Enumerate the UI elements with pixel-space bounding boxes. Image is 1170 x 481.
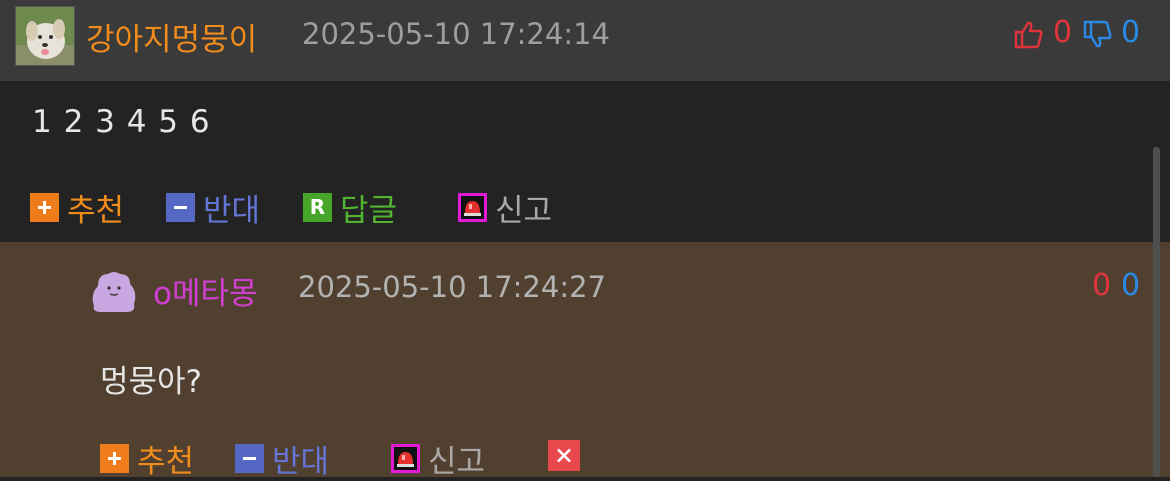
reply-author-nickname[interactable]: o메타몽 [153,268,258,313]
report-label: 신고 [495,193,553,229]
comment-body: 1 2 3 4 5 6 [32,104,211,140]
oppose-label: 반대 [203,193,261,229]
reply-dislike-count[interactable]: 0 [1121,268,1140,303]
comment-author-nickname[interactable]: 강아지멍뭉이 [86,14,257,59]
reply-oppose-button[interactable]: 반대 [235,436,329,481]
report-button[interactable]: 신고 [458,185,552,230]
reply-body: 멍뭉아? [100,364,203,400]
reply-recommend-label: 추천 [137,444,195,480]
reply-report-label: 신고 [428,444,486,480]
reply-like-count[interactable]: 0 [1092,268,1111,303]
plus-icon [30,193,59,222]
reply-recommend-button[interactable]: 추천 [100,436,194,481]
minus-icon [166,193,195,222]
reply-report-button[interactable]: 신고 [391,436,485,481]
comment-datetime: 2025-05-10 17:24:14 [302,17,610,51]
scrollbar[interactable] [1153,147,1160,477]
siren-icon [391,444,420,473]
close-icon [548,440,580,471]
comment-header: 강아지멍뭉이 2025-05-10 17:24:14 0 0 [0,0,1170,81]
reply-datetime: 2025-05-10 17:24:27 [298,270,606,304]
reply-label: 답글 [340,193,398,229]
reply-delete-button[interactable] [548,440,580,471]
like-count: 0 [1053,15,1073,50]
siren-icon [458,193,487,222]
plus-icon [100,444,129,473]
reply-user-avatar[interactable] [88,266,140,314]
thumbs-up-icon[interactable] [1014,19,1044,49]
reply-r-icon: R [303,193,332,222]
oppose-button[interactable]: 반대 [166,185,260,230]
thumbs-down-icon[interactable] [1083,20,1113,50]
recommend-label: 추천 [67,193,125,229]
recommend-button[interactable]: 추천 [30,185,124,230]
minus-icon [235,444,264,473]
dislike-count: 0 [1121,15,1141,50]
reply-oppose-label: 반대 [272,444,330,480]
reply-button[interactable]: R 답글 [303,185,397,230]
user-avatar[interactable] [15,6,75,66]
